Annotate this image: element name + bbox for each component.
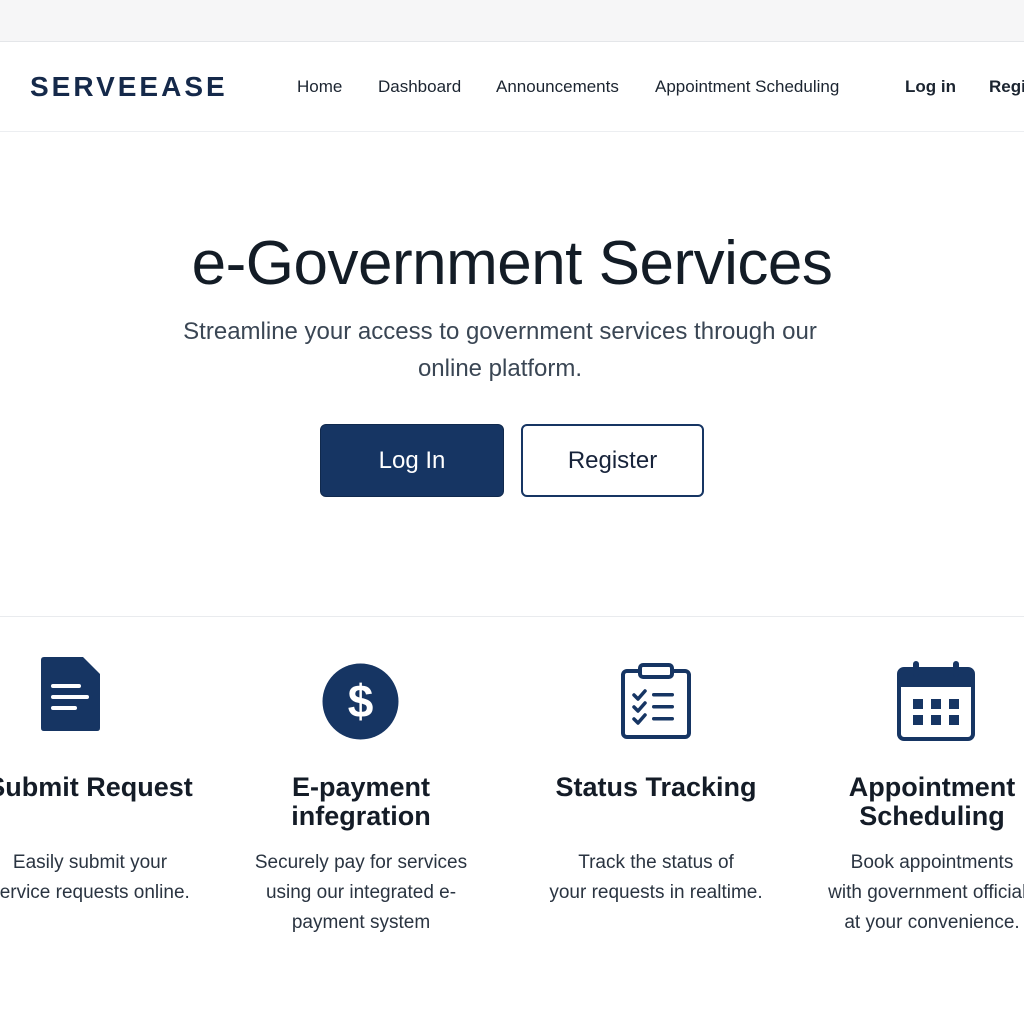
feature-description-line: with government officials xyxy=(828,882,1024,903)
nav-link-home[interactable]: Home xyxy=(297,76,342,98)
feature-description-line: payment system xyxy=(291,912,431,933)
calendar-icon xyxy=(896,659,976,748)
feature-description: Track the status of your requests in rea… xyxy=(506,848,806,908)
hero-subtitle-line-2: online platform. xyxy=(417,355,583,382)
navbar: SERVEEASE Home Dashboard Announcements A… xyxy=(0,42,1024,132)
dollar-icon: $ xyxy=(322,663,399,745)
nav-register-link[interactable]: Register xyxy=(989,76,1024,98)
feature-description-line: Track the status of xyxy=(578,852,734,873)
feature-title: Status Tracking xyxy=(555,772,757,802)
feature-title-line: E-payment xyxy=(291,772,431,802)
feature-title-line: infegration xyxy=(291,801,431,831)
checklist-icon xyxy=(620,663,692,744)
nav-link-appointment-scheduling[interactable]: Appointment Scheduling xyxy=(655,76,839,98)
feature-description-line: using our integrated e- xyxy=(265,882,457,903)
hero-title: e-Government Services xyxy=(191,229,833,298)
browser-top-bar xyxy=(0,0,1024,42)
svg-text:$: $ xyxy=(348,675,374,727)
hero-subtitle-line-1: Streamline your access to government ser… xyxy=(183,318,817,345)
feature-description-line: at your convenience. xyxy=(844,912,1020,933)
hero-subtitle: Streamline your access to government ser… xyxy=(150,313,850,387)
feature-title-line: Scheduling xyxy=(859,801,1005,831)
feature-title-line: Appointment xyxy=(848,772,1016,802)
feature-title: Appointment Scheduling xyxy=(782,773,1024,831)
register-button[interactable]: Register xyxy=(521,424,704,497)
feature-description: Securely pay for services using our inte… xyxy=(211,848,511,938)
feature-title: E-payment infegration xyxy=(211,773,511,831)
brand-logo[interactable]: SERVEEASE xyxy=(30,70,228,104)
feature-description-line: Securely pay for services xyxy=(254,852,468,873)
nav-login-link[interactable]: Log in xyxy=(905,76,956,98)
feature-description: Book appointments with government offici… xyxy=(782,848,1024,938)
feature-description-line: your requests in realtime. xyxy=(549,882,763,903)
nav-link-announcements[interactable]: Announcements xyxy=(496,76,619,98)
login-button[interactable]: Log In xyxy=(320,424,504,497)
feature-description-line: Book appointments xyxy=(850,852,1014,873)
section-divider xyxy=(0,616,1024,617)
nav-link-dashboard[interactable]: Dashboard xyxy=(378,76,461,98)
document-icon xyxy=(40,655,100,736)
